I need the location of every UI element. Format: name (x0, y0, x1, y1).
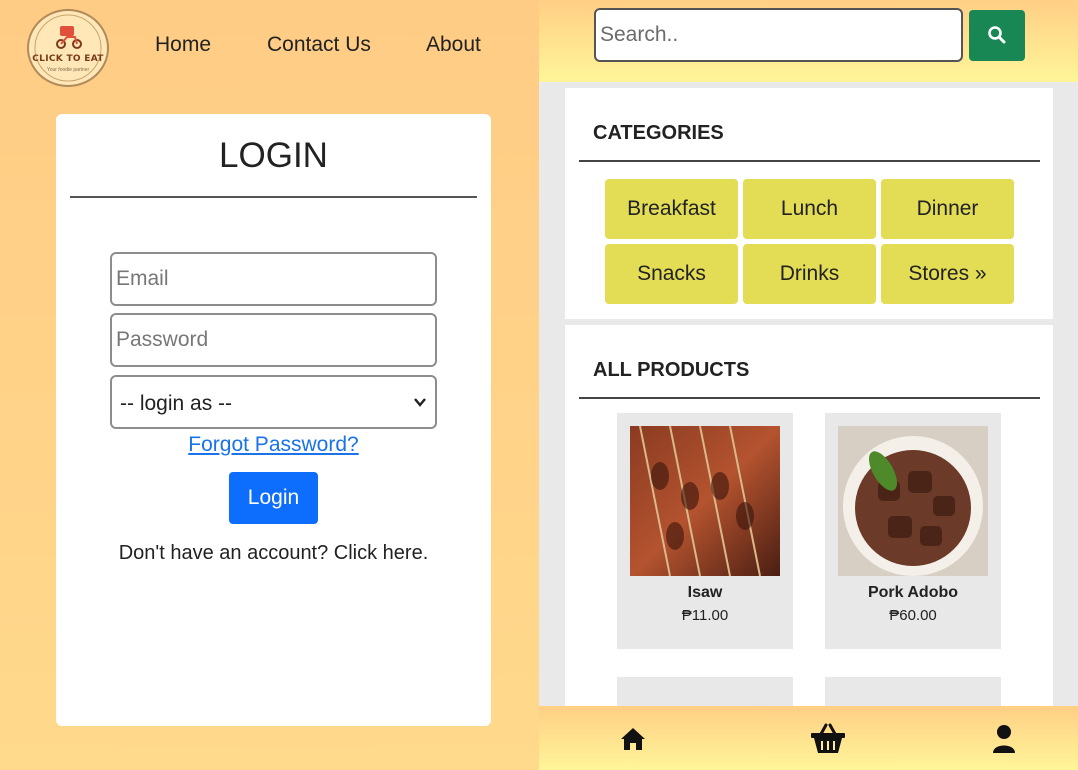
search-button[interactable] (969, 10, 1025, 61)
nav-about[interactable]: About (426, 33, 481, 57)
brand-logo[interactable]: CLICK TO EAT Your foodie partner (27, 9, 109, 87)
product-image-pork-adobo (838, 426, 988, 576)
products-divider (579, 397, 1040, 399)
product-card[interactable]: Isaw ₱11.00 (617, 413, 793, 649)
email-field[interactable] (110, 252, 437, 306)
login-divider (70, 196, 477, 198)
login-page: CLICK TO EAT Your foodie partner Home Co… (0, 0, 539, 770)
product-name: Isaw (687, 584, 723, 601)
products-heading: ALL PRODUCTS (593, 359, 750, 381)
categories-panel: CATEGORIES Breakfast Lunch Dinner Snacks… (565, 88, 1053, 319)
nav-contact[interactable]: Contact Us (267, 33, 371, 57)
signup-link[interactable]: Don't have an account? Click here. (0, 542, 547, 565)
product-image-isaw (630, 426, 780, 576)
categories-heading: CATEGORIES (593, 122, 724, 144)
forgot-password-link[interactable]: Forgot Password? (0, 433, 547, 457)
product-name: Pork Adobo (867, 584, 959, 601)
search-icon (988, 26, 1006, 44)
category-snacks[interactable]: Snacks (605, 244, 738, 304)
login-as-select[interactable]: -- login as -- (110, 375, 437, 429)
search-input[interactable] (594, 8, 963, 62)
logo-text: CLICK TO EAT (32, 54, 104, 64)
bottom-nav (539, 706, 1078, 770)
products-panel: ALL PRODUCTS Isaw ₱11.00 Pork Adobo ₱60.… (565, 325, 1053, 725)
user-icon[interactable] (992, 724, 1016, 759)
logo-tagline: Your foodie partner (46, 67, 90, 73)
login-title: LOGIN (219, 136, 328, 175)
login-button[interactable]: Login (229, 472, 318, 524)
password-field[interactable] (110, 313, 437, 367)
top-bar (539, 0, 1078, 82)
product-price: ₱60.00 (889, 607, 937, 624)
category-breakfast[interactable]: Breakfast (605, 179, 738, 239)
product-card[interactable]: Pork Adobo ₱60.00 (825, 413, 1001, 649)
shop-page: CATEGORIES Breakfast Lunch Dinner Snacks… (539, 0, 1078, 770)
scooter-icon (34, 14, 102, 82)
categories-divider (579, 160, 1040, 162)
product-price: ₱11.00 (681, 607, 729, 624)
category-drinks[interactable]: Drinks (743, 244, 876, 304)
category-dinner[interactable]: Dinner (881, 179, 1014, 239)
home-icon[interactable] (619, 726, 647, 757)
chevron-down-icon (413, 395, 427, 414)
nav-home[interactable]: Home (155, 33, 211, 57)
basket-icon[interactable] (809, 722, 847, 761)
category-lunch[interactable]: Lunch (743, 179, 876, 239)
app-root: CLICK TO EAT Your foodie partner Home Co… (0, 0, 1078, 770)
category-stores[interactable]: Stores » (881, 244, 1014, 304)
login-as-value: -- login as -- (120, 392, 233, 415)
